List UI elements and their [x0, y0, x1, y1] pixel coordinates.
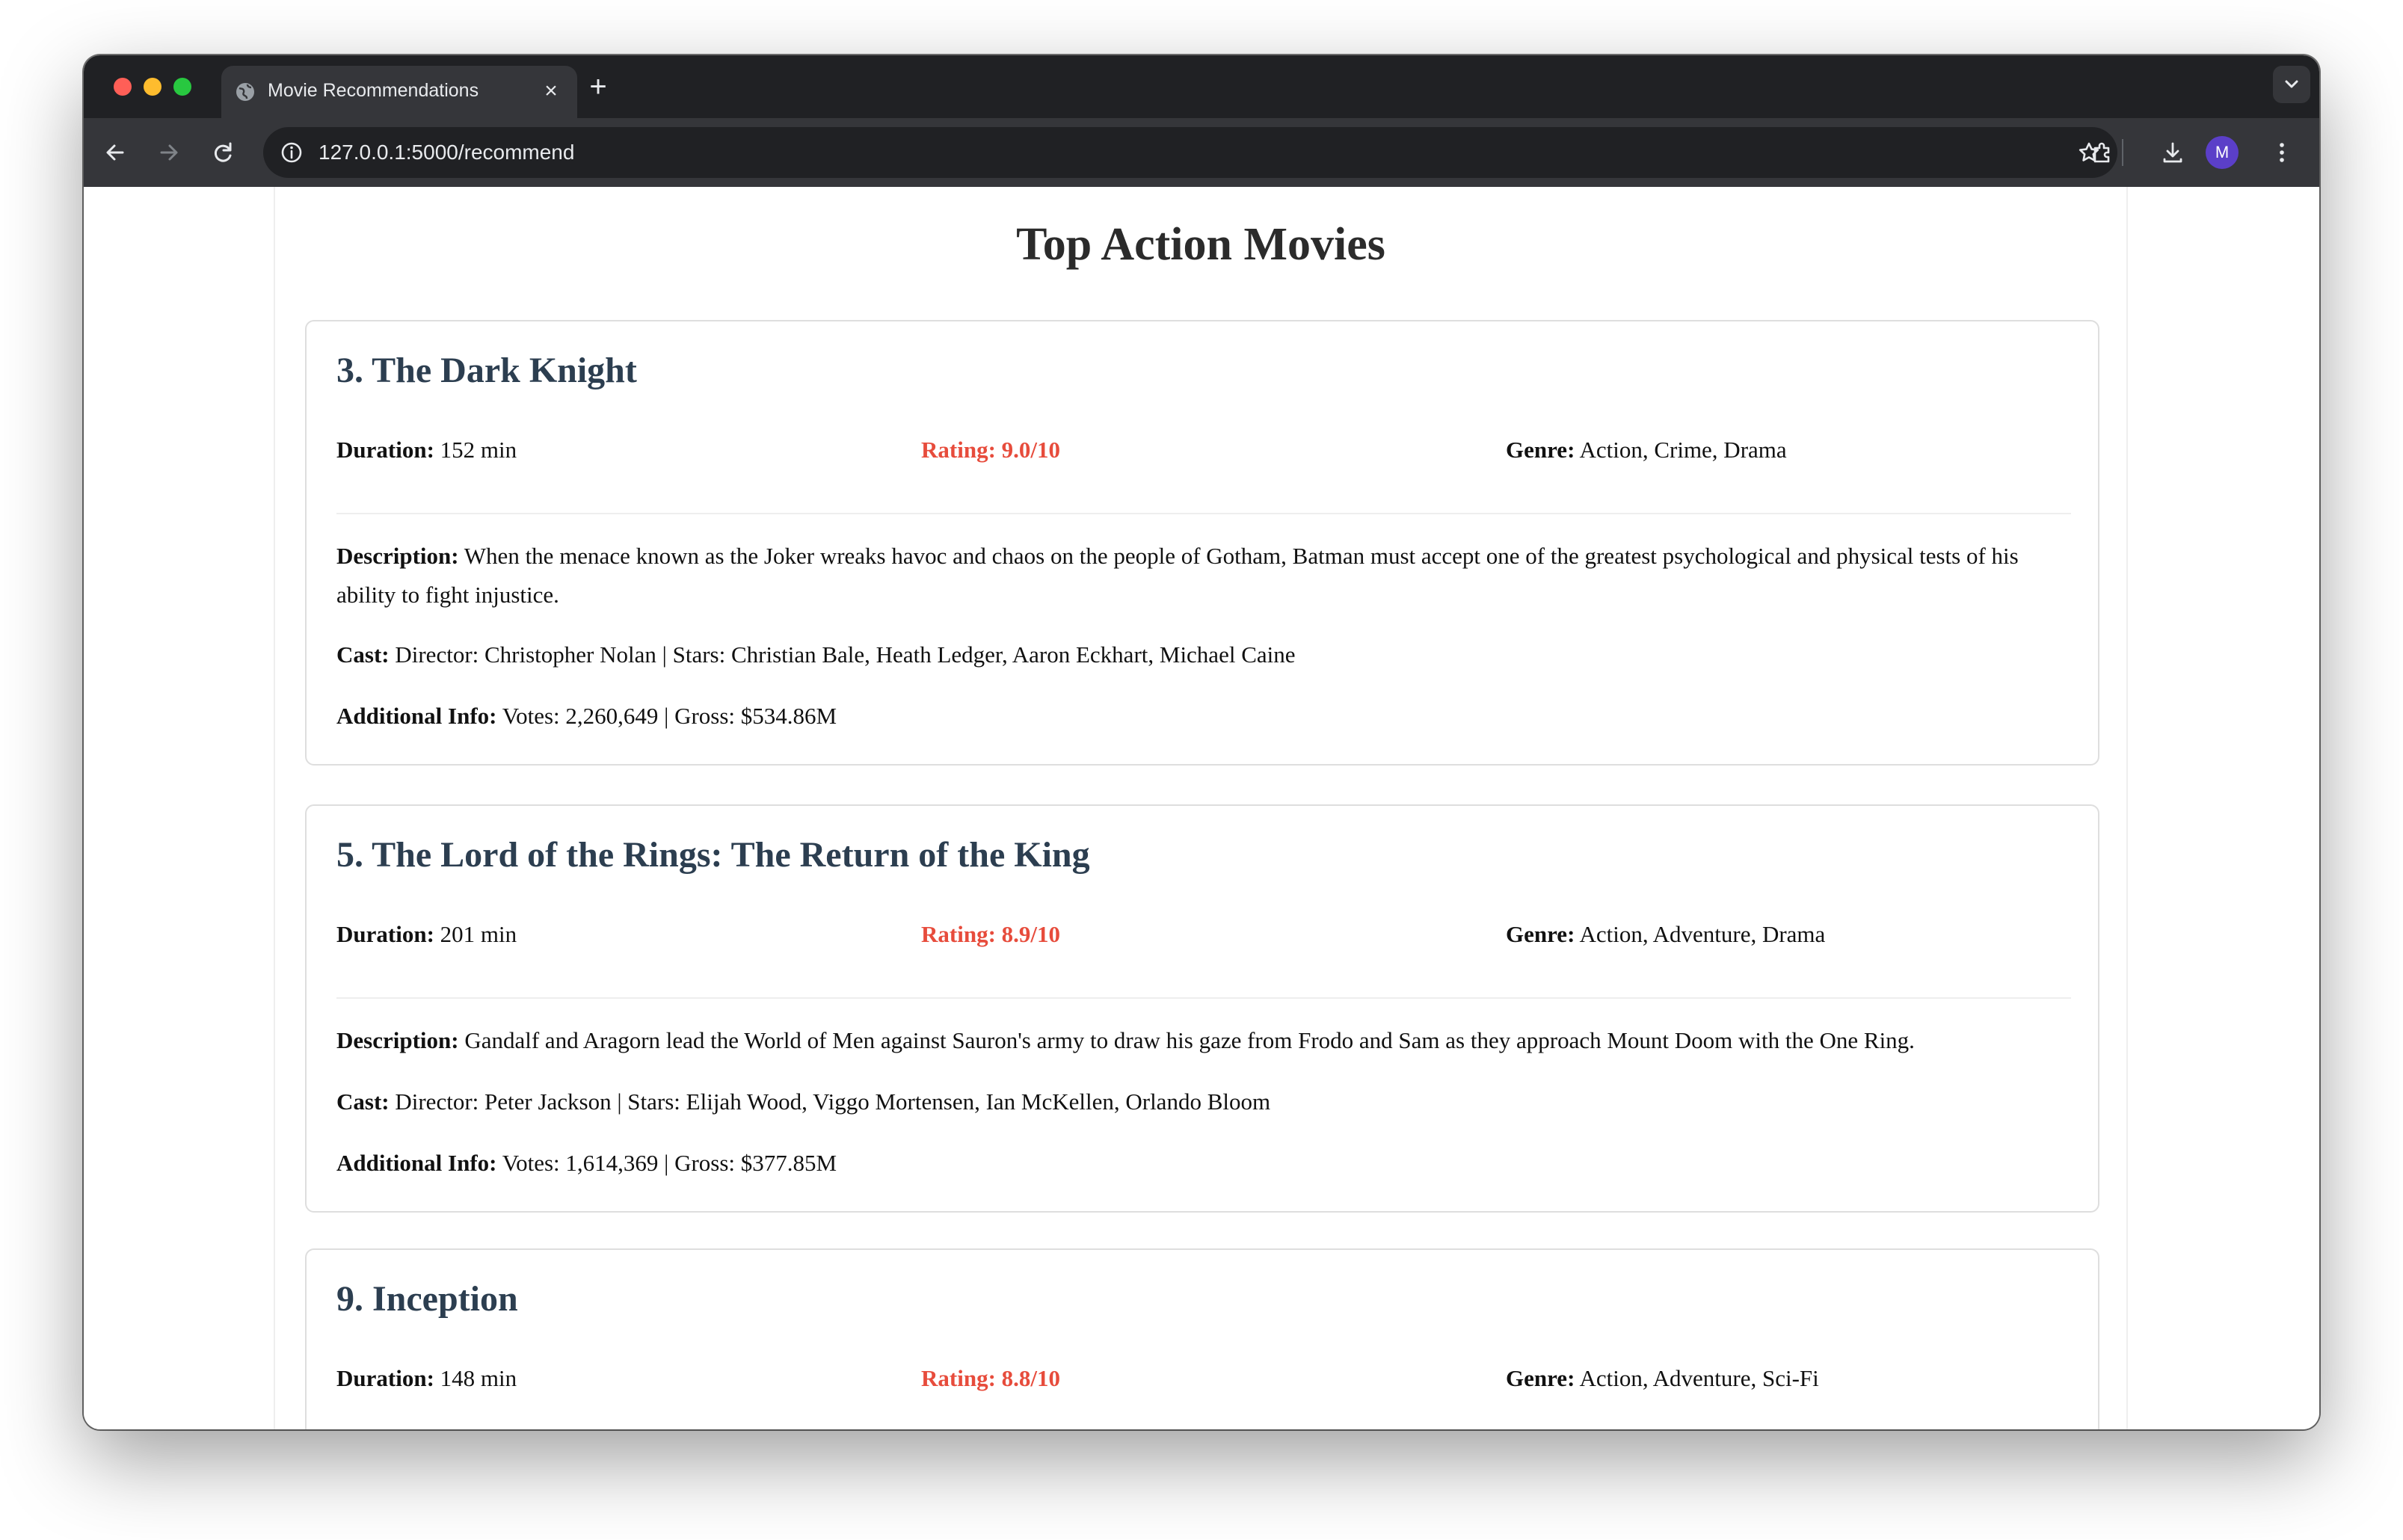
movie-title: 3. The Dark Knight — [336, 351, 637, 390]
close-window-button[interactable] — [114, 78, 132, 96]
download-icon — [2163, 142, 2182, 163]
page-title: Top Action Movies — [1016, 219, 1385, 270]
movie-duration: Duration: 148 min — [336, 1365, 517, 1391]
movie-genre: Genre: Action, Adventure, Drama — [1506, 921, 1826, 947]
globe-icon — [235, 81, 256, 102]
movie-title: 5. The Lord of the Rings: The Return of … — [336, 835, 1090, 875]
profile-avatar[interactable]: M — [2206, 136, 2239, 169]
movie-card: 9. Inception Duration: 148 min Rating: 8… — [305, 1248, 2099, 1429]
movie-additional-info: Additional Info: Votes: 1,614,369 | Gros… — [336, 1150, 837, 1176]
reload-icon — [214, 142, 232, 162]
movie-genre: Genre: Action, Crime, Drama — [1506, 437, 1787, 463]
back-button[interactable] — [97, 135, 133, 170]
close-tab-icon[interactable]: × — [540, 80, 562, 102]
browser-window: Movie Recommendations × + 127.0.0.1:5000… — [84, 55, 2319, 1429]
minimize-window-button[interactable] — [144, 78, 161, 96]
movie-cast: Cast: Director: Peter Jackson | Stars: E… — [336, 1088, 1271, 1115]
movie-additional-info: Additional Info: Votes: 2,260,649 | Gros… — [336, 703, 837, 729]
arrow-left-icon — [106, 144, 124, 161]
content-container: Top Action Movies 3. The Dark Knight Dur… — [274, 187, 2128, 1429]
address-bar[interactable]: 127.0.0.1:5000/recommend — [263, 127, 2117, 178]
maximize-window-button[interactable] — [173, 78, 191, 96]
toolbar-separator — [2122, 139, 2123, 166]
downloads-button[interactable] — [2155, 135, 2191, 170]
site-info-icon[interactable] — [274, 135, 310, 170]
movie-description: Description: Gandalf and Aragorn lead th… — [336, 1027, 1915, 1053]
movie-card: 3. The Dark Knight Duration: 152 min Rat… — [305, 320, 2099, 766]
movie-genre: Genre: Action, Adventure, Sci-Fi — [1506, 1365, 1819, 1391]
puzzle-icon — [2093, 142, 2110, 163]
kebab-menu-icon — [2280, 143, 2284, 162]
movie-title: 9. Inception — [336, 1279, 518, 1319]
movie-description: Description: When the menace known as th… — [336, 543, 2019, 608]
browser-toolbar: 127.0.0.1:5000/recommend M — [84, 118, 2319, 187]
tab-strip: Movie Recommendations × + — [84, 55, 2319, 118]
forward-button[interactable] — [151, 135, 187, 170]
card-divider — [336, 997, 2071, 999]
card-divider — [336, 513, 2071, 514]
menu-button[interactable] — [2264, 135, 2300, 170]
movie-rating: Rating: 8.8/10 — [921, 1365, 1060, 1391]
new-tab-button[interactable]: + — [583, 72, 613, 102]
movie-cast: Cast: Director: Christopher Nolan | Star… — [336, 641, 1296, 668]
arrow-right-icon — [160, 144, 178, 161]
movie-duration: Duration: 201 min — [336, 921, 517, 947]
movie-card: 5. The Lord of the Rings: The Return of … — [305, 804, 2099, 1213]
reload-button[interactable] — [205, 135, 241, 170]
tab-title: Movie Recommendations — [268, 80, 479, 101]
movie-rating: Rating: 9.0/10 — [921, 437, 1060, 463]
tab-search-button[interactable] — [2273, 66, 2310, 103]
tab-movie-recommendations[interactable]: Movie Recommendations × — [221, 66, 577, 118]
url-text: 127.0.0.1:5000/recommend — [319, 141, 575, 164]
chevron-down-icon — [2285, 80, 2298, 88]
page-viewport[interactable]: Top Action Movies 3. The Dark Knight Dur… — [84, 187, 2319, 1429]
movie-rating: Rating: 8.9/10 — [921, 921, 1060, 947]
movie-duration: Duration: 152 min — [336, 437, 517, 463]
extensions-button[interactable] — [2084, 135, 2120, 170]
